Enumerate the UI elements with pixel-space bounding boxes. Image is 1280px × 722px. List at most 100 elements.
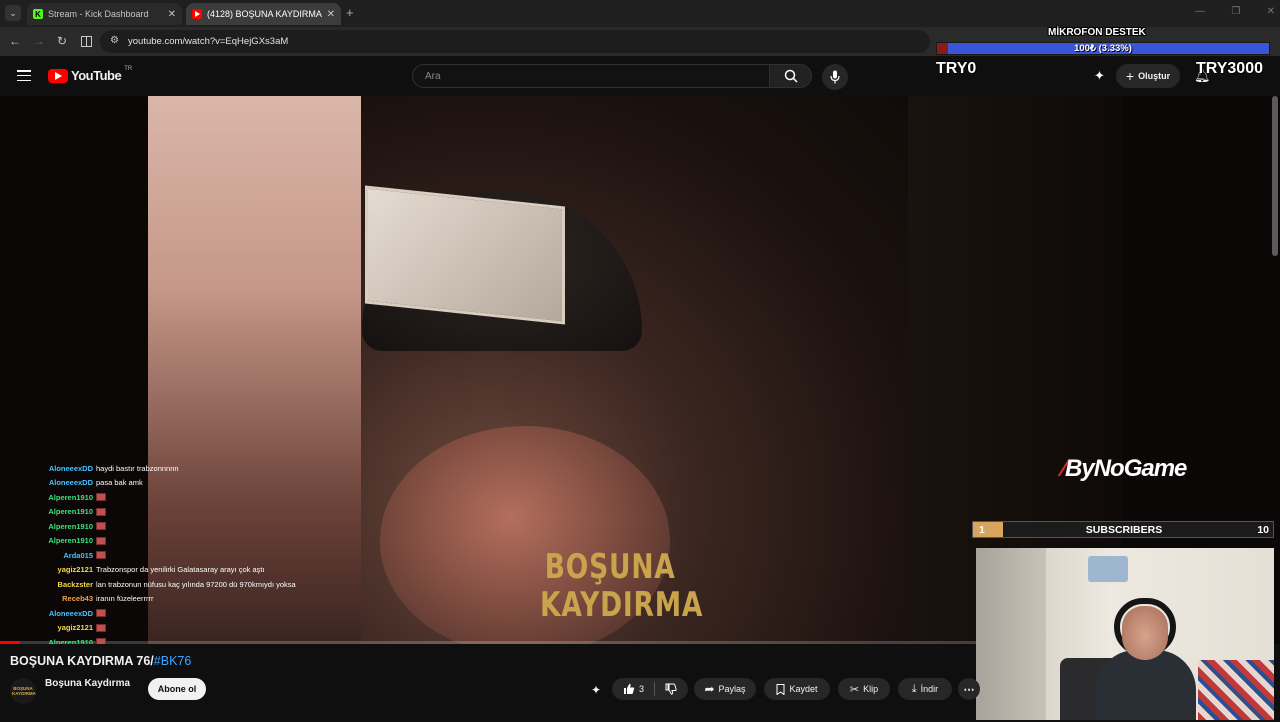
chat-message: Backzsterlan trabzonun nüfusu kaç yılınd… [0, 577, 340, 592]
video-caption-line1: BOŞUNA [540, 548, 680, 586]
thumbs-up-icon [623, 683, 635, 695]
like-count: 3 [639, 684, 644, 694]
channel-avatar[interactable]: BOŞUNA KAYDIRMA [10, 678, 36, 704]
download-icon: ⤓ [912, 683, 917, 696]
thumbs-down-icon[interactable] [665, 683, 677, 695]
split-view-icon[interactable] [77, 32, 95, 50]
search-input[interactable]: Ara [412, 64, 770, 88]
chevron-down-icon: ⌄ [9, 8, 17, 19]
search-button[interactable] [770, 64, 812, 88]
new-tab-button[interactable]: + [346, 5, 354, 20]
chat-username: Arda015 [0, 551, 96, 560]
chat-message: yagiz2121Trabzonspor da yenilirki Galata… [0, 563, 340, 578]
chat-message: yagiz2121 [0, 621, 340, 636]
chat-emote-icon [96, 624, 106, 632]
video-title-text: BOŞUNA KAYDIRMA 76/ [10, 654, 154, 668]
forward-button[interactable]: → [30, 32, 48, 50]
browser-tab-youtube[interactable]: (4128) BOŞUNA KAYDIRMA 76/ ✕ [186, 3, 341, 25]
subscribe-button[interactable]: Abone ol [148, 678, 206, 700]
chat-emote-icon [96, 537, 106, 545]
chat-emote-icon [96, 508, 106, 516]
donation-progress-bar: 100₺ (3.33%) [936, 42, 1270, 55]
channel-avatar-text: BOŞUNA KAYDIRMA [12, 686, 34, 696]
share-icon: ➦ [704, 682, 714, 696]
donation-min-label: TRY0 [936, 60, 976, 78]
save-button[interactable]: Kaydet [764, 678, 830, 700]
chat-username: Alperen1910 [0, 522, 96, 531]
chat-username: AloneeexDD [0, 609, 96, 618]
download-button[interactable]: ⤓ İndir [898, 678, 952, 700]
chat-text: lan trabzonun nüfusu kaç yılında 97200 d… [96, 580, 296, 589]
chat-emote-icon [96, 551, 106, 559]
chat-username: yagiz2121 [0, 623, 96, 632]
menu-icon[interactable] [17, 70, 31, 81]
youtube-favicon-icon [192, 9, 202, 19]
tab-search-button[interactable]: ⌄ [5, 5, 21, 21]
subscribers-label: SUBSCRIBERS [973, 524, 1275, 536]
save-label: Kaydet [789, 684, 817, 694]
webcam-blanket [1198, 660, 1274, 720]
chat-username: Backzster [0, 580, 96, 589]
video-caption: BOŞUNA KAYDIRMA [540, 548, 680, 624]
download-label: İndir [921, 684, 939, 694]
chat-username: Alperen1910 [0, 507, 96, 516]
ai-sparkle-icon[interactable]: ✦ [1094, 68, 1105, 84]
webcam-poster [1088, 556, 1128, 582]
chat-message: AloneeexDD [0, 606, 340, 621]
youtube-logo[interactable]: YouTube TR [48, 68, 132, 83]
bookmark-icon [776, 684, 785, 695]
tab-title: Stream - Kick Dashboard [48, 9, 163, 19]
scissors-icon: ✂ [850, 683, 859, 696]
share-button[interactable]: ➦ Paylaş [694, 678, 756, 700]
voice-search-button[interactable] [822, 64, 848, 90]
close-icon[interactable]: ✕ [327, 9, 335, 20]
like-button[interactable]: 3 [623, 683, 644, 695]
site-info-icon[interactable]: ⚙ [110, 35, 119, 46]
chat-username: Alperen1910 [0, 536, 96, 545]
address-bar[interactable]: ⚙ youtube.com/watch?v=EqHejGXs3aM [100, 30, 930, 53]
reload-button[interactable]: ↻ [53, 32, 71, 50]
chat-username: AloneeexDD [0, 478, 96, 487]
back-button[interactable]: ← [6, 32, 24, 50]
chat-text: Trabzonspor da yenilirki Galatasaray ara… [96, 565, 265, 574]
chat-text: iranın füzeleerrrrr [96, 594, 154, 603]
donation-label: 100₺ (3.33%) [937, 43, 1269, 54]
bynogame-text: ByNoGame [1065, 455, 1186, 482]
dollar-bill-patch [365, 185, 565, 324]
chat-text: pasa bak amk [96, 478, 143, 487]
chat-username: Receb43 [0, 594, 96, 603]
chat-message: Alperen1910 [0, 519, 340, 534]
close-window-icon[interactable]: ✕ [1267, 6, 1275, 17]
page-scrollbar[interactable] [1272, 96, 1278, 256]
chat-message: Alperen1910 [0, 534, 340, 549]
kick-favicon-icon: K [33, 9, 43, 19]
create-button[interactable]: + Oluştur [1116, 64, 1180, 88]
youtube-logo-text: YouTube [71, 68, 121, 83]
channel-name[interactable]: Boşuna Kaydırma [45, 678, 130, 689]
search-placeholder: Ara [425, 71, 441, 82]
chat-emote-icon [96, 609, 106, 617]
subscribers-goal-bar: 1 SUBSCRIBERS 10 [972, 521, 1274, 538]
chat-message: AloneeexDDpasa bak amk [0, 476, 340, 491]
webcam-person-body [1096, 650, 1196, 720]
microphone-donation-title: MİKROFON DESTEK [1048, 27, 1146, 38]
chat-emote-icon [96, 522, 106, 530]
restore-icon[interactable]: ❐ [1231, 6, 1240, 17]
close-icon[interactable]: ✕ [168, 9, 176, 20]
clip-button[interactable]: ✂ Klip [838, 678, 890, 700]
browser-tab-strip: ⌄ K Stream - Kick Dashboard ✕ (4128) BOŞ… [0, 0, 1280, 27]
url-text: youtube.com/watch?v=EqHejGXs3aM [128, 36, 288, 47]
chat-username: Alperen1910 [0, 493, 96, 502]
hashtag-link[interactable]: #BK76 [154, 654, 192, 668]
donation-goal-label: TRY3000 [1196, 60, 1263, 78]
ask-ai-icon[interactable]: ✦ [591, 683, 601, 697]
chat-message: Receb43iranın füzeleerrrrr [0, 592, 340, 607]
video-info-section: BOŞUNA KAYDIRMA 76/#BK76 BOŞUNA KAYDIRMA… [0, 644, 976, 720]
chat-emote-icon [96, 493, 106, 501]
chat-message: AloneeexDDhaydi bastır trabzonnnnn [0, 461, 340, 476]
subscribers-goal: 10 [1257, 524, 1269, 536]
more-actions-button[interactable]: ⋯ [958, 678, 980, 700]
minimize-icon[interactable]: — [1195, 6, 1205, 17]
subscribe-label: Abone ol [158, 684, 197, 694]
browser-tab-kick[interactable]: K Stream - Kick Dashboard ✕ [27, 3, 182, 25]
